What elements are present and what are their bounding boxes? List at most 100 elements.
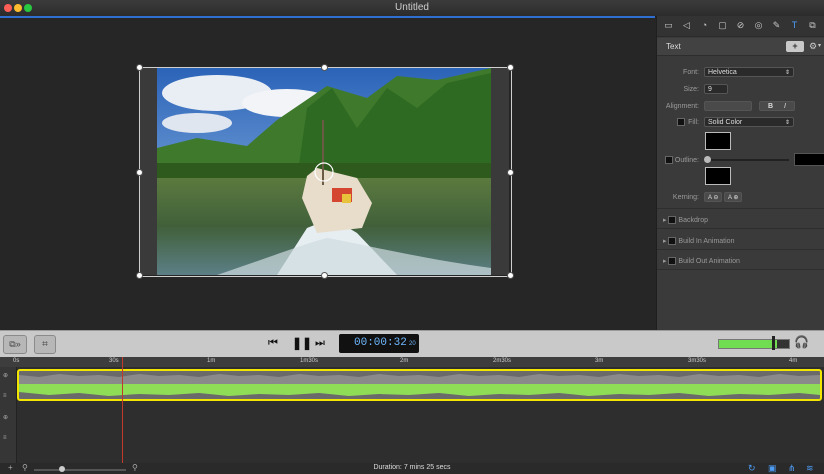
ruler-label: 3m30s	[688, 358, 707, 364]
panel-title: Text	[666, 42, 681, 51]
track-headers: ⊕ ≡ ⊕ ≡	[0, 367, 17, 463]
kerning-increase-button[interactable]: A ⊕	[724, 192, 742, 202]
section-backdrop[interactable]: ▸ Backdrop	[663, 216, 708, 225]
resize-handle-top-right[interactable]	[507, 64, 514, 71]
inspector-header: Text + ⚙ ▾	[657, 38, 824, 56]
ruler-label: 0s	[13, 358, 20, 364]
crop-icon[interactable]: ⌗	[34, 335, 56, 354]
annotation-icon[interactable]: ✎	[771, 20, 782, 31]
divider	[657, 269, 824, 270]
timeline-ruler[interactable]: 0s 30s 1m 1m30s 2m 2m30s 3m 3m30s 4m	[0, 357, 824, 367]
section-label: Backdrop	[678, 217, 708, 224]
track-menu-icon[interactable]: ⊕	[3, 372, 8, 379]
fill-label: Fill:	[688, 119, 699, 126]
divider	[657, 208, 824, 209]
resize-handle-bottom-right[interactable]	[507, 272, 514, 279]
size-label: Size:	[683, 86, 699, 93]
status-bar: + ⚲ ⚲ Duration: 7 mins 25 secs ↻ ▣ ⋔ ≋	[0, 463, 824, 474]
fill-select[interactable]: Solid Color ⇕	[704, 117, 794, 127]
kerning-label: Kerning:	[672, 194, 699, 201]
outline-slider-knob[interactable]	[704, 156, 711, 163]
transport-bar: ⧉» ⌗ ⏮ ❚❚ ⏭ 00:00:32 20 🎧	[0, 330, 824, 358]
pause-icon[interactable]: ❚❚	[292, 336, 312, 350]
build-in-checkbox[interactable]	[668, 237, 677, 246]
alignment-segment[interactable]	[704, 101, 752, 111]
waveform	[19, 374, 820, 396]
screen-icon[interactable]: ▢	[717, 20, 728, 31]
ruler-label: 2m	[400, 358, 409, 364]
resize-handle-top[interactable]	[321, 64, 328, 71]
resize-handle-top-left[interactable]	[136, 64, 143, 71]
title-bar: Untitled	[0, 0, 824, 17]
ruler-label: 1m30s	[300, 358, 319, 364]
filter-icon[interactable]: ◎	[753, 20, 764, 31]
section-label: Build In Animation	[678, 238, 735, 245]
outline-label: Outline:	[674, 157, 699, 164]
section-build-out-animation[interactable]: ▸ Build Out Animation	[663, 257, 740, 266]
resize-handle-bottom[interactable]	[321, 272, 328, 279]
fill-value: Solid Color	[708, 119, 743, 126]
text-icon[interactable]: T	[789, 20, 800, 31]
bold-button[interactable]: B	[768, 102, 773, 112]
snapping-icon[interactable]: ≋	[806, 463, 814, 474]
track-lock-icon[interactable]: ≡	[3, 393, 7, 399]
fast-forward-icon[interactable]: ⏭	[315, 337, 325, 350]
playhead[interactable]	[122, 357, 123, 463]
headphones-icon[interactable]: 🎧	[794, 335, 809, 349]
outline-color-well[interactable]	[794, 153, 824, 166]
audio-video-clip[interactable]	[17, 369, 822, 401]
speed-icon[interactable]: ◔	[699, 20, 710, 31]
style-segment[interactable]: B I	[759, 101, 795, 111]
size-value: 9	[708, 86, 712, 93]
inspector-panel: ▭ ◁ ◔ ▢ ⊘ ◎ ✎ T ⧉ Text + ⚙ ▾ Font: Helve…	[656, 16, 824, 330]
layers-icon[interactable]: ⧉	[807, 20, 818, 31]
updown-icon: ⇕	[784, 120, 790, 126]
duration-label: Duration: 7 mins 25 secs	[373, 464, 451, 471]
backdrop-checkbox[interactable]	[668, 216, 677, 225]
window-title: Untitled	[395, 2, 429, 13]
audio-icon[interactable]: ◁	[681, 20, 692, 31]
rewind-icon[interactable]: ⏮	[268, 337, 278, 350]
outline-width-slider[interactable]	[707, 159, 789, 161]
volume-level	[719, 340, 777, 348]
timeline-tracks[interactable]: ⊕ ≡ ⊕ ≡	[0, 367, 824, 463]
resize-handle-left[interactable]	[136, 169, 143, 176]
loop-icon[interactable]: ↻	[748, 463, 756, 474]
divider	[657, 228, 824, 229]
section-build-in-animation[interactable]: ▸ Build In Animation	[663, 237, 735, 246]
image-icon[interactable]: ▣	[768, 463, 777, 474]
font-value: Helvetica	[708, 69, 737, 76]
font-label: Font:	[683, 69, 699, 76]
timecode-display: 00:00:32 20	[339, 334, 419, 353]
ruler-label: 4m	[789, 358, 798, 364]
build-out-checkbox[interactable]	[668, 257, 677, 266]
divider	[657, 249, 824, 250]
ruler-label: 30s	[109, 358, 119, 364]
track-menu-icon[interactable]: ⊕	[3, 414, 8, 421]
timecode-frames: 20	[409, 341, 416, 347]
selection-frame[interactable]	[139, 67, 512, 277]
font-select[interactable]: Helvetica ⇕	[704, 67, 794, 77]
volume-slider-knob[interactable]	[772, 336, 775, 350]
ruler-label: 3m	[595, 358, 604, 364]
size-stepper[interactable]: 9	[704, 84, 728, 94]
resize-handle-right[interactable]	[507, 169, 514, 176]
video-icon[interactable]: ▭	[663, 20, 674, 31]
chevron-down-icon[interactable]: ▾	[818, 42, 821, 49]
share-icon[interactable]: ⧉»	[3, 335, 27, 354]
disable-icon[interactable]: ⊘	[735, 20, 746, 31]
track-lock-icon[interactable]: ≡	[3, 435, 7, 441]
ruler-label: 2m30s	[493, 358, 512, 364]
alignment-label: Alignment:	[665, 103, 699, 110]
timecode-value: 00:00:32	[354, 337, 407, 349]
italic-button[interactable]: I	[784, 102, 786, 112]
fill-color-well[interactable]	[705, 132, 731, 150]
ruler-label: 1m	[207, 358, 216, 364]
outline-color-swatch[interactable]	[705, 167, 731, 185]
section-label: Build Out Animation	[678, 258, 740, 265]
add-text-button[interactable]: +	[786, 41, 804, 52]
magnet-icon[interactable]: ⋔	[788, 463, 796, 474]
resize-handle-bottom-left[interactable]	[136, 272, 143, 279]
kerning-decrease-button[interactable]: A ⊖	[704, 192, 722, 202]
gear-icon[interactable]: ⚙	[809, 41, 817, 52]
